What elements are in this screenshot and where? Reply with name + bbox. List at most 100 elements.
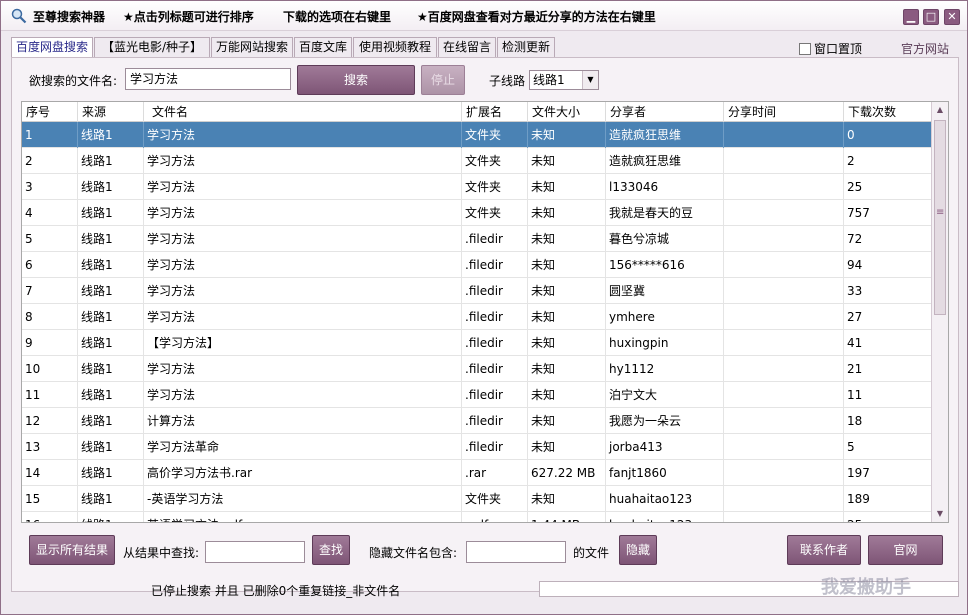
maximize-button[interactable]: □ [923, 9, 939, 25]
cell-downloads: 72 [844, 226, 932, 252]
cell-extension: .filedir [462, 330, 528, 356]
column-header-extension[interactable]: 扩展名 [462, 102, 528, 122]
column-header-downloads[interactable]: 下载次数 [844, 102, 932, 122]
table-row[interactable]: 16线路1英语学习方法.pdf.pdf1.44 MBhuahaitao123 25 [22, 512, 932, 522]
cell-downloads: 11 [844, 382, 932, 408]
column-header-source[interactable]: 来源 [78, 102, 144, 122]
cell-filename: 学习方法 [144, 200, 462, 226]
table-row[interactable]: 10 线路1 学习方法 .filedir 未知 hy1112 21 [22, 356, 932, 382]
tab-bluray-torrent[interactable]: 【蓝光电影/种子】 [94, 37, 210, 57]
find-input[interactable] [205, 541, 305, 563]
table-row[interactable]: 4 线路1 学习方法 文件夹 未知 我就是春天的豆 757 [22, 200, 932, 226]
tab-check-update[interactable]: 检测更新 [497, 37, 555, 57]
pin-window-checkbox[interactable]: 窗口置顶 [799, 40, 862, 57]
cell-share-time [724, 278, 844, 304]
cell-filename: 学习方法革命 [144, 434, 462, 460]
cell-downloads: 21 [844, 356, 932, 382]
tab-baidu-wenku[interactable]: 百度文库 [294, 37, 352, 57]
table-row[interactable]: 14 线路1 高价学习方法书.rar .rar 627.22 MB fanjt1860 19… [22, 460, 932, 486]
table-row[interactable]: 9 线路1 【学习方法】 .filedir 未知 huxingpin 41 [22, 330, 932, 356]
cell-share-time [724, 434, 844, 460]
tab-video-tutorial[interactable]: 使用视频教程 [353, 37, 437, 57]
table-row[interactable]: 3 线路1 学习方法 文件夹 未知 l133046 25 [22, 174, 932, 200]
table-row[interactable]: 7 线路1 学习方法 .filedir 未知 圆坚冀 33 [22, 278, 932, 304]
cell-filesize: 未知 [528, 408, 606, 434]
tab-online-message[interactable]: 在线留言 [438, 37, 496, 57]
cell-share-time [724, 304, 844, 330]
close-button[interactable]: ✕ [944, 9, 960, 25]
cell-source: 线路1 [78, 226, 144, 252]
cell-index: 14 [22, 460, 78, 486]
cell-downloads: 197 [844, 460, 932, 486]
cell-filesize: 627.22 MB [528, 460, 606, 486]
scroll-down-icon[interactable]: ▼ [932, 506, 948, 522]
cell-filesize: 未知 [528, 382, 606, 408]
route-label: 子线路 [489, 74, 526, 88]
hide-input[interactable] [466, 541, 566, 563]
find-button[interactable]: 查找 [312, 535, 350, 565]
table-row[interactable]: 6 线路1 学习方法 .filedir 未知 156*****616 94 [22, 252, 932, 278]
column-header-index[interactable]: 序号 [22, 102, 78, 122]
cell-source: 线路1 [78, 174, 144, 200]
cell-source: 线路1 [78, 304, 144, 330]
cell-index: 6 [22, 252, 78, 278]
column-header-sharer[interactable]: 分享者 [606, 102, 724, 122]
official-site-button[interactable]: 官网 [868, 535, 943, 565]
cell-source: 线路1 [78, 512, 144, 522]
show-all-button[interactable]: 显示所有结果 [29, 535, 115, 565]
table-row[interactable]: 8 线路1 学习方法 .filedir 未知 ymhere 27 [22, 304, 932, 330]
cell-downloads: 27 [844, 304, 932, 330]
vertical-scrollbar[interactable]: ▲ ≡ ▼ [931, 102, 948, 522]
cell-index: 13 [22, 434, 78, 460]
cell-downloads: 18 [844, 408, 932, 434]
table-row[interactable]: 5 线路1 学习方法 .filedir 未知 暮色兮凉城 72 [22, 226, 932, 252]
route-select[interactable]: 线路1 ▼ [529, 70, 599, 90]
column-header-share-time[interactable]: 分享时间 [724, 102, 844, 122]
minimize-button[interactable]: ▁ [903, 9, 919, 25]
column-header-filename[interactable]: 文件名 [144, 102, 462, 122]
cell-index: 8 [22, 304, 78, 330]
column-header-filesize[interactable]: 文件大小 [528, 102, 606, 122]
cell-index: 10 [22, 356, 78, 382]
status-text: 已停止搜索 并且 已删除0个重复链接_非文件名 [151, 584, 401, 598]
cell-sharer: l133046 [606, 174, 724, 200]
table-row[interactable]: 12 线路1 计算方法 .filedir 未知 我愿为一朵云 18 [22, 408, 932, 434]
cell-index: 9 [22, 330, 78, 356]
contact-author-button[interactable]: 联系作者 [787, 535, 861, 565]
cell-share-time [724, 122, 844, 148]
cell-filesize: 未知 [528, 226, 606, 252]
cell-filesize: 未知 [528, 122, 606, 148]
cell-share-time [724, 356, 844, 382]
cell-filename: 学习方法 [144, 356, 462, 382]
table-row[interactable]: 11 线路1 学习方法 .filedir 未知 泊宁文大 11 [22, 382, 932, 408]
watermark-text: 我爱搬助手 [821, 577, 911, 598]
scroll-up-icon[interactable]: ▲ [932, 102, 948, 118]
hide-button[interactable]: 隐藏 [619, 535, 657, 565]
table-row[interactable]: 1 线路1 学习方法 文件夹 未知 造就疯狂思维 0 [22, 122, 932, 148]
cell-downloads: 2 [844, 148, 932, 174]
app-title: 至尊搜索神器 [33, 10, 106, 24]
cell-extension: .filedir [462, 252, 528, 278]
search-app-icon [11, 8, 27, 24]
stop-button[interactable]: 停止 [421, 65, 465, 95]
cell-filename: 学习方法 [144, 252, 462, 278]
cell-sharer: 造就疯狂思维 [606, 148, 724, 174]
tab-universal-search[interactable]: 万能网站搜索 [211, 37, 293, 57]
cell-share-time [724, 200, 844, 226]
tab-baidu-pan[interactable]: 百度网盘搜索 [11, 37, 93, 57]
cell-filename: 英语学习方法.pdf [144, 512, 462, 522]
cell-source: 线路1 [78, 252, 144, 278]
search-button[interactable]: 搜索 [297, 65, 415, 95]
table-row[interactable]: 13 线路1 学习方法革命 .filedir 未知 jorba413 5 [22, 434, 932, 460]
cell-filesize: 未知 [528, 174, 606, 200]
table-row[interactable]: 2 线路1 学习方法 文件夹 未知 造就疯狂思维 2 [22, 148, 932, 174]
cell-index: 11 [22, 382, 78, 408]
sort-tip: ★点击列标题可进行排序 [123, 10, 254, 24]
chevron-down-icon: ▼ [582, 71, 598, 89]
cell-index: 12 [22, 408, 78, 434]
table-row[interactable]: 15 线路1 -英语学习方法 文件夹 未知 huahaitao123 189 [22, 486, 932, 512]
cell-source: 线路1 [78, 148, 144, 174]
cell-filesize: 未知 [528, 434, 606, 460]
official-site-link[interactable]: 官方网站 [901, 40, 949, 57]
search-input[interactable]: 学习方法 [125, 68, 291, 90]
